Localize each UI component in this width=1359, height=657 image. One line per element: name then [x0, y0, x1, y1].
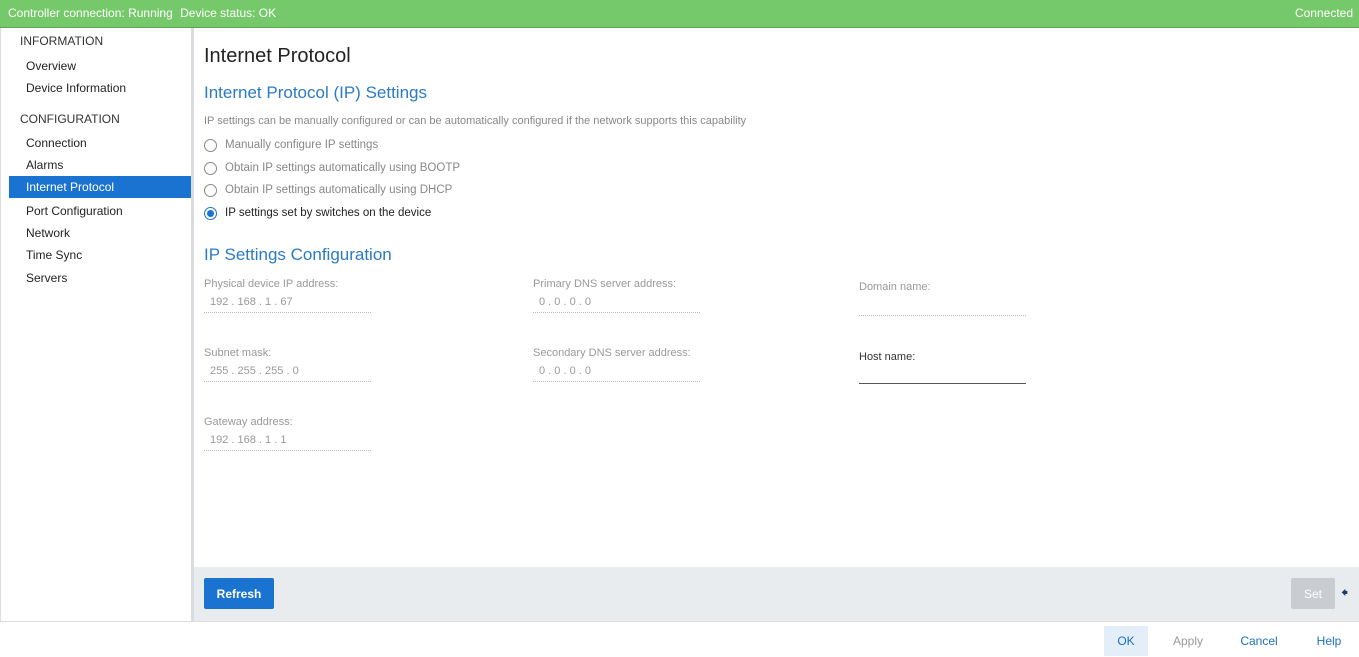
physical-ip-label: Physical device IP address: — [204, 278, 339, 290]
sidebar-item-servers[interactable]: Servers — [9, 267, 191, 289]
status-bar: Controller connection: Running Device st… — [0, 0, 1359, 28]
secondary-dns-field[interactable]: 0 . 0 . 0 . 0 — [533, 362, 700, 382]
gateway-label: Gateway address: — [204, 416, 293, 428]
radio-switches[interactable]: IP settings set by switches on the devic… — [204, 204, 431, 222]
primary-dns-label: Primary DNS server address: — [533, 278, 677, 290]
radio-button-icon — [204, 161, 217, 175]
sidebar-item-internet-protocol[interactable]: Internet Protocol — [9, 176, 191, 198]
sidebar-item-time-sync[interactable]: Time Sync — [9, 244, 191, 266]
sidebar-item-connection[interactable]: Connection — [9, 132, 191, 154]
sidebar-section-configuration: CONFIGURATION — [20, 112, 120, 126]
status-left: Controller connection: Running Device st… — [8, 6, 276, 20]
action-bar: Refresh Set 🠸 — [194, 567, 1359, 621]
gateway-field[interactable]: 192 . 168 . 1 . 1 — [204, 431, 371, 451]
sidebar-item-network[interactable]: Network — [9, 222, 191, 244]
ip-settings-title: Internet Protocol (IP) Settings — [204, 83, 427, 102]
ip-settings-description: IP settings can be manually configured o… — [204, 115, 747, 127]
radio-button-selected-icon — [204, 206, 217, 220]
radio-button-icon — [204, 138, 217, 152]
arrow-left-icon[interactable]: 🠸 — [1341, 582, 1348, 606]
radio-label: IP settings set by switches on the devic… — [225, 207, 432, 219]
ip-config-title: IP Settings Configuration — [204, 245, 392, 264]
radio-dhcp[interactable]: Obtain IP settings automatically using D… — [204, 181, 452, 199]
ok-button[interactable]: OK — [1104, 626, 1148, 656]
secondary-dns-label: Secondary DNS server address: — [533, 347, 691, 359]
controller-status: Controller connection: Running — [8, 6, 173, 20]
page-title: Internet Protocol — [204, 45, 351, 67]
radio-bootp[interactable]: Obtain IP settings automatically using B… — [204, 159, 460, 177]
subnet-mask-label: Subnet mask: — [204, 347, 272, 359]
apply-button[interactable]: Apply — [1167, 626, 1209, 656]
connection-status: Connected — [1294, 6, 1353, 20]
device-status: Device status: OK — [180, 6, 277, 20]
refresh-button[interactable]: Refresh — [204, 578, 274, 609]
domain-name-label: Domain name: — [859, 281, 931, 293]
primary-dns-field[interactable]: 0 . 0 . 0 . 0 — [533, 293, 700, 313]
radio-button-icon — [204, 183, 217, 197]
help-button[interactable]: Help — [1311, 626, 1347, 656]
subnet-mask-field[interactable]: 255 . 255 . 255 . 0 — [204, 362, 371, 382]
sidebar-section-information: INFORMATION — [20, 34, 104, 48]
sidebar-item-port-configuration[interactable]: Port Configuration — [9, 200, 191, 222]
host-name-label: Host name: — [859, 351, 916, 363]
sidebar-item-device-information[interactable]: Device Information — [9, 77, 191, 99]
host-name-field[interactable] — [859, 364, 1026, 384]
physical-ip-field[interactable]: 192 . 168 . 1 . 67 — [204, 293, 371, 313]
cancel-button[interactable]: Cancel — [1236, 626, 1282, 656]
dialog-buttons: OK Apply Cancel Help — [0, 621, 1359, 657]
radio-label: Obtain IP settings automatically using D… — [225, 184, 453, 196]
radio-label: Obtain IP settings automatically using B… — [225, 162, 461, 174]
radio-label: Manually configure IP settings — [225, 139, 379, 151]
radio-manual[interactable]: Manually configure IP settings — [204, 136, 378, 154]
sidebar-item-alarms[interactable]: Alarms — [9, 154, 191, 176]
set-button[interactable]: Set — [1291, 578, 1335, 609]
sidebar-item-overview[interactable]: Overview — [9, 55, 191, 77]
domain-name-field[interactable] — [859, 296, 1026, 316]
main-content: Internet Protocol Internet Protocol (IP)… — [194, 28, 1359, 567]
sidebar: INFORMATION Overview Device Information … — [0, 28, 194, 621]
